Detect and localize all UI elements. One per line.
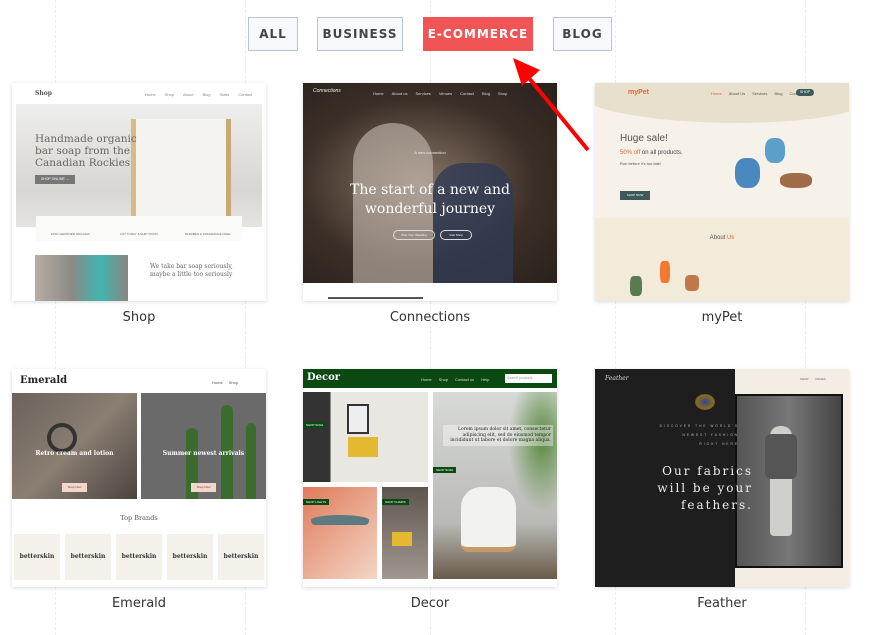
template-name-shop[interactable]: Shop: [12, 310, 266, 325]
thumb-logo: Emerald: [20, 375, 68, 386]
thumb-nav: Home About us Services Venues Contact Blog Sho…: [373, 91, 508, 96]
thumb-offer: 50% off: [620, 150, 641, 156]
template-name-connections[interactable]: Connections: [303, 310, 557, 325]
chair-image: Lorem ipsum dolor sit amet, consectetur …: [433, 392, 557, 579]
thumb-nav: SHOP PAGES: [800, 377, 826, 381]
thumb-hero-text: Our fabrics will be your feathers.: [657, 464, 753, 512]
thumb-hero-text: Huge sale!: [620, 133, 668, 144]
template-name-feather[interactable]: Feather: [595, 596, 849, 611]
thumb-search: Search products: [505, 374, 552, 383]
room-image: SHOP SOFA: [303, 392, 428, 482]
soap-image: [35, 255, 128, 301]
thumb-button: Visit Shop: [440, 230, 472, 240]
thumb-nav: Home Shop Contact us Help: [421, 377, 490, 382]
thumb-logo: Feather: [605, 375, 629, 382]
people-illustration: [630, 261, 710, 301]
thumb-cta: SHOP NOW: [620, 191, 650, 200]
template-card-feather[interactable]: Feather SHOP PAGES DISCOVER THE WORLD'S NE…: [595, 369, 849, 587]
thumb-offer-text: on all products.: [640, 150, 683, 156]
thumb-cta: SHOP ONLINE →: [35, 175, 75, 184]
dog-illustration: [735, 138, 815, 198]
thumb-button: Plan Your Wedding: [393, 230, 435, 240]
filter-business-button[interactable]: BUSINESS: [317, 17, 403, 51]
banner-image: Summer newest arrivals Shop Now: [141, 393, 266, 499]
thumb-sub: Run before it's too late!: [620, 161, 662, 166]
thumb-logo: myPet: [628, 89, 650, 96]
template-name-emerald[interactable]: Emerald: [12, 596, 266, 611]
template-card-decor[interactable]: Decor Home Shop Contact us Help Search prod…: [303, 369, 557, 587]
template-name-decor[interactable]: Decor: [303, 596, 557, 611]
chair-small-image: SHOP CHAIRS: [382, 487, 428, 579]
thumb-about: About: [709, 235, 726, 241]
thumb-hero-text: Handmade organic bar soap from the Canad…: [35, 133, 137, 169]
thumb-nav: Home Shop About Blog Stalls Contact: [145, 92, 253, 97]
thumb-nav: Home Shop: [212, 380, 239, 385]
feature-strip: 100% CERTIFIED ORGANIC CUT TODAY & SHIP T…: [36, 216, 242, 241]
filter-ecommerce-button[interactable]: E-COMMERCE: [423, 17, 533, 51]
thumb-subhead: We take bar soap seriously, maybe a litt…: [150, 263, 233, 278]
lamp-image: SHOP LIGHTS: [303, 487, 377, 579]
thumb-logo: Connections: [313, 88, 341, 94]
template-card-shop[interactable]: Shop Home Shop About Blog Stalls Contact Hand…: [12, 83, 266, 301]
banner-image: Retro cream and lotion Shop Now: [12, 393, 137, 499]
thumb-section-title: Top Brands: [120, 514, 158, 522]
filter-all-button[interactable]: ALL: [248, 17, 298, 51]
template-name-mypet[interactable]: myPet: [595, 310, 849, 325]
thumb-kicker: DISCOVER THE WORLD'S NEWEST FASHION RIGHT …: [659, 424, 739, 446]
filter-blog-button[interactable]: BLOG: [553, 17, 612, 51]
thumb-logo: Shop: [35, 90, 52, 97]
thumb-hero-text: The start of a new and wonderful journey: [350, 182, 510, 217]
peacock-feather: [695, 394, 715, 410]
thumb-shop-button: SHOP: [796, 89, 814, 96]
template-card-mypet[interactable]: myPet HomeAbout UsServicesBlogContact SH…: [595, 83, 849, 301]
thumb-nav: HomeAbout UsServicesBlogContact: [711, 91, 803, 96]
annotation-arrow-icon: [513, 58, 590, 152]
template-card-emerald[interactable]: Emerald Home Shop Retro cream and lotion …: [12, 369, 266, 587]
brand-row: betterskin betterskin betterskin betters…: [12, 534, 266, 580]
thumb-logo: Decor: [307, 372, 341, 383]
thumb-about-accent: Us: [727, 235, 735, 241]
